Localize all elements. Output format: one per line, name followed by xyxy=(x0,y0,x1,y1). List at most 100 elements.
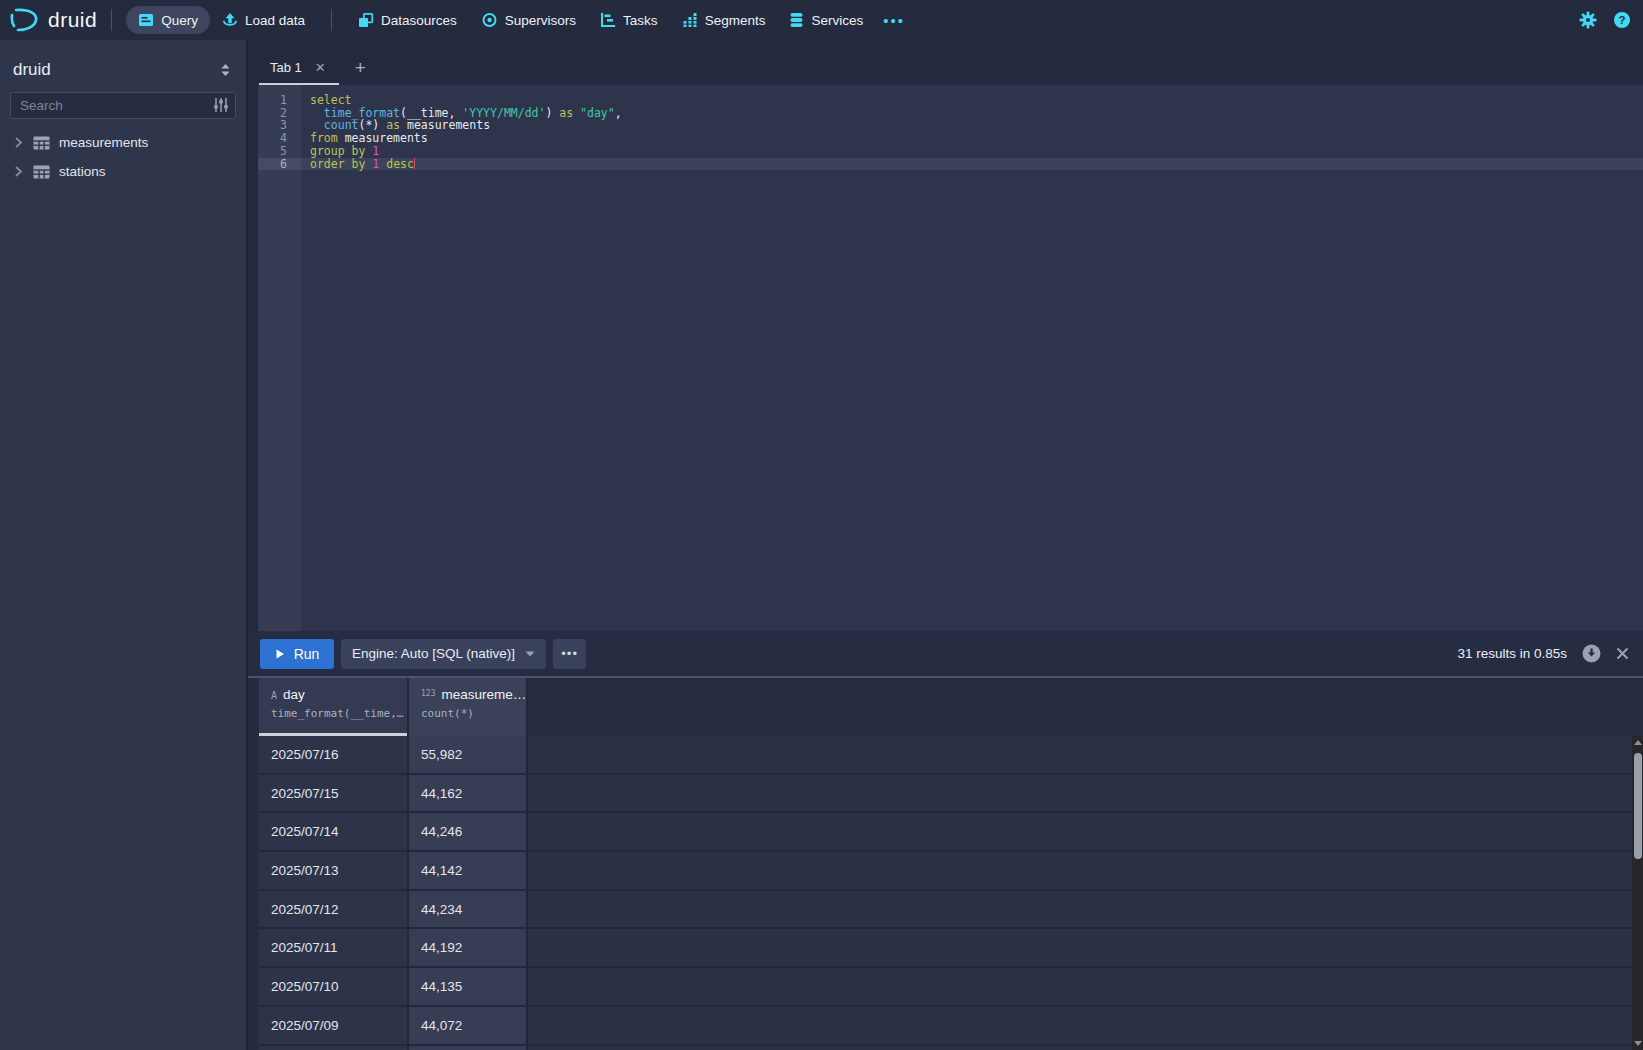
cell-measurements[interactable]: 44,192 xyxy=(409,929,528,968)
bar-chart-icon xyxy=(682,12,698,28)
tab-close-icon[interactable]: ✕ xyxy=(315,60,326,75)
code-line[interactable]: group by 1 xyxy=(301,145,1643,158)
sidebar-table-measurements[interactable]: measurements xyxy=(0,128,246,157)
close-results-button[interactable] xyxy=(1616,647,1629,660)
scroll-up-arrow[interactable] xyxy=(1632,736,1643,749)
run-label: Run xyxy=(294,646,320,662)
text-cursor xyxy=(414,158,416,169)
column-name: day xyxy=(283,687,305,702)
filter-sliders-icon[interactable] xyxy=(213,97,229,113)
cell-measurements[interactable]: 44,142 xyxy=(409,852,528,891)
cell-measurements[interactable]: 44,135 xyxy=(409,968,528,1007)
cell-day[interactable]: 2025/07/10 xyxy=(259,968,409,1007)
row-filler xyxy=(528,736,1643,775)
cell-measurements[interactable]: 44,246 xyxy=(409,813,528,852)
cell-day[interactable]: 2025/07/15 xyxy=(259,775,409,814)
brand-wordmark: druid xyxy=(48,8,97,32)
cell-day[interactable]: 2025/07/14 xyxy=(259,813,409,852)
column-expression: time_format(__time,… xyxy=(271,707,407,720)
scroll-down-arrow[interactable] xyxy=(1632,1037,1643,1050)
cell-measurements[interactable]: 44,162 xyxy=(409,775,528,814)
row-filler xyxy=(528,813,1643,852)
svg-text:?: ? xyxy=(1618,14,1625,26)
table-row-partial xyxy=(259,1046,1643,1050)
line-number: 6 xyxy=(258,158,301,171)
nav-item-load-data[interactable]: Load data xyxy=(210,6,317,34)
search-input[interactable] xyxy=(10,92,236,119)
tab-tab1[interactable]: Tab 1 ✕ xyxy=(259,52,339,85)
nav-item-query[interactable]: Query xyxy=(126,6,210,34)
results-left-gutter xyxy=(248,678,259,1050)
table-icon xyxy=(33,136,50,150)
code-line[interactable]: count(*) as measurements xyxy=(301,119,1643,132)
results-panel: Aday time_format(__time,… 123measureme… … xyxy=(248,678,1643,1050)
help-icon[interactable]: ? xyxy=(1613,11,1631,29)
cell-day[interactable]: 2025/07/09 xyxy=(259,1007,409,1046)
settings-gear-icon[interactable] xyxy=(1579,11,1597,29)
run-toolbar: Run Engine: Auto [SQL (native)] ••• 31 r… xyxy=(248,631,1643,678)
cell-day[interactable]: 2025/07/16 xyxy=(259,736,409,775)
download-results-button[interactable] xyxy=(1582,644,1601,663)
line-number: 5 xyxy=(258,145,301,158)
nav-item-supervisors[interactable]: Supervisors xyxy=(469,6,588,34)
table-row: 2025/07/1344,142 xyxy=(259,852,1643,891)
caret-down-icon xyxy=(525,651,535,657)
row-filler xyxy=(528,775,1643,814)
results-status-text: 31 results in 0.85s xyxy=(1457,646,1567,661)
sort-double-caret-icon[interactable] xyxy=(219,63,232,77)
row-filler xyxy=(528,929,1643,968)
cell-day[interactable]: 2025/07/12 xyxy=(259,891,409,930)
sql-editor[interactable]: 123456 select time_format(__time, 'YYYY/… xyxy=(248,85,1643,631)
engine-select-button[interactable]: Engine: Auto [SQL (native)] xyxy=(341,639,546,669)
query-tab-bar: Tab 1 ✕ + xyxy=(248,40,1643,85)
nav-item-label: Services xyxy=(811,13,863,28)
table-name-label: stations xyxy=(59,164,106,179)
top-navigation-bar: druid Query Load data Datasources Superv… xyxy=(0,0,1643,40)
cell-day[interactable]: 2025/07/11 xyxy=(259,929,409,968)
engine-label: Engine: Auto [SQL (native)] xyxy=(352,646,515,661)
column-name: measureme… xyxy=(441,687,526,702)
nav-item-datasources[interactable]: Datasources xyxy=(346,6,469,34)
table-icon xyxy=(33,165,50,179)
eye-icon xyxy=(481,12,498,28)
string-type-icon: A xyxy=(271,690,277,701)
close-icon xyxy=(1616,647,1629,660)
tab-label: Tab 1 xyxy=(270,60,302,75)
divider xyxy=(111,9,112,31)
nav-item-services[interactable]: Services xyxy=(777,6,875,34)
nav-more-button[interactable]: ••• xyxy=(875,6,913,35)
gantt-icon xyxy=(600,12,616,28)
scrollbar-thumb[interactable] xyxy=(1634,753,1642,859)
druid-brand[interactable]: druid xyxy=(10,7,97,33)
row-filler xyxy=(528,891,1643,930)
cell-measurements[interactable]: 44,234 xyxy=(409,891,528,930)
cell-day[interactable]: 2025/07/13 xyxy=(259,852,409,891)
column-header-day[interactable]: Aday time_format(__time,… xyxy=(259,678,409,736)
code-line[interactable]: order by 1 desc xyxy=(301,158,1643,171)
console-icon xyxy=(138,12,154,28)
upload-icon xyxy=(222,12,238,28)
column-expression: count(*) xyxy=(421,707,526,720)
database-icon xyxy=(789,12,804,28)
datasources-icon xyxy=(358,12,374,28)
cell-measurements[interactable]: 55,982 xyxy=(409,736,528,775)
row-filler xyxy=(528,1007,1643,1046)
sidebar-table-stations[interactable]: stations xyxy=(0,157,246,186)
editor-code[interactable]: select time_format(__time, 'YYYY/MM/dd')… xyxy=(301,85,1643,631)
schema-title: druid xyxy=(13,60,51,80)
nav-item-segments[interactable]: Segments xyxy=(670,6,778,34)
nav-item-tasks[interactable]: Tasks xyxy=(588,6,670,34)
nav-item-label: Segments xyxy=(705,13,766,28)
run-more-button[interactable]: ••• xyxy=(553,639,586,669)
table-row: 2025/07/1444,246 xyxy=(259,813,1643,852)
nav-item-label: Tasks xyxy=(623,13,658,28)
results-vertical-scrollbar[interactable] xyxy=(1632,736,1643,1050)
column-header-measurements[interactable]: 123measureme… count(*) xyxy=(409,678,528,736)
code-line[interactable]: from measurements xyxy=(301,132,1643,145)
code-line[interactable]: time_format(__time, 'YYYY/MM/dd') as "da… xyxy=(301,107,1643,120)
table-name-label: measurements xyxy=(59,135,148,150)
table-row: 2025/07/1544,162 xyxy=(259,775,1643,814)
new-tab-button[interactable]: + xyxy=(339,57,366,85)
run-button[interactable]: Run xyxy=(260,639,334,669)
cell-measurements[interactable]: 44,072 xyxy=(409,1007,528,1046)
